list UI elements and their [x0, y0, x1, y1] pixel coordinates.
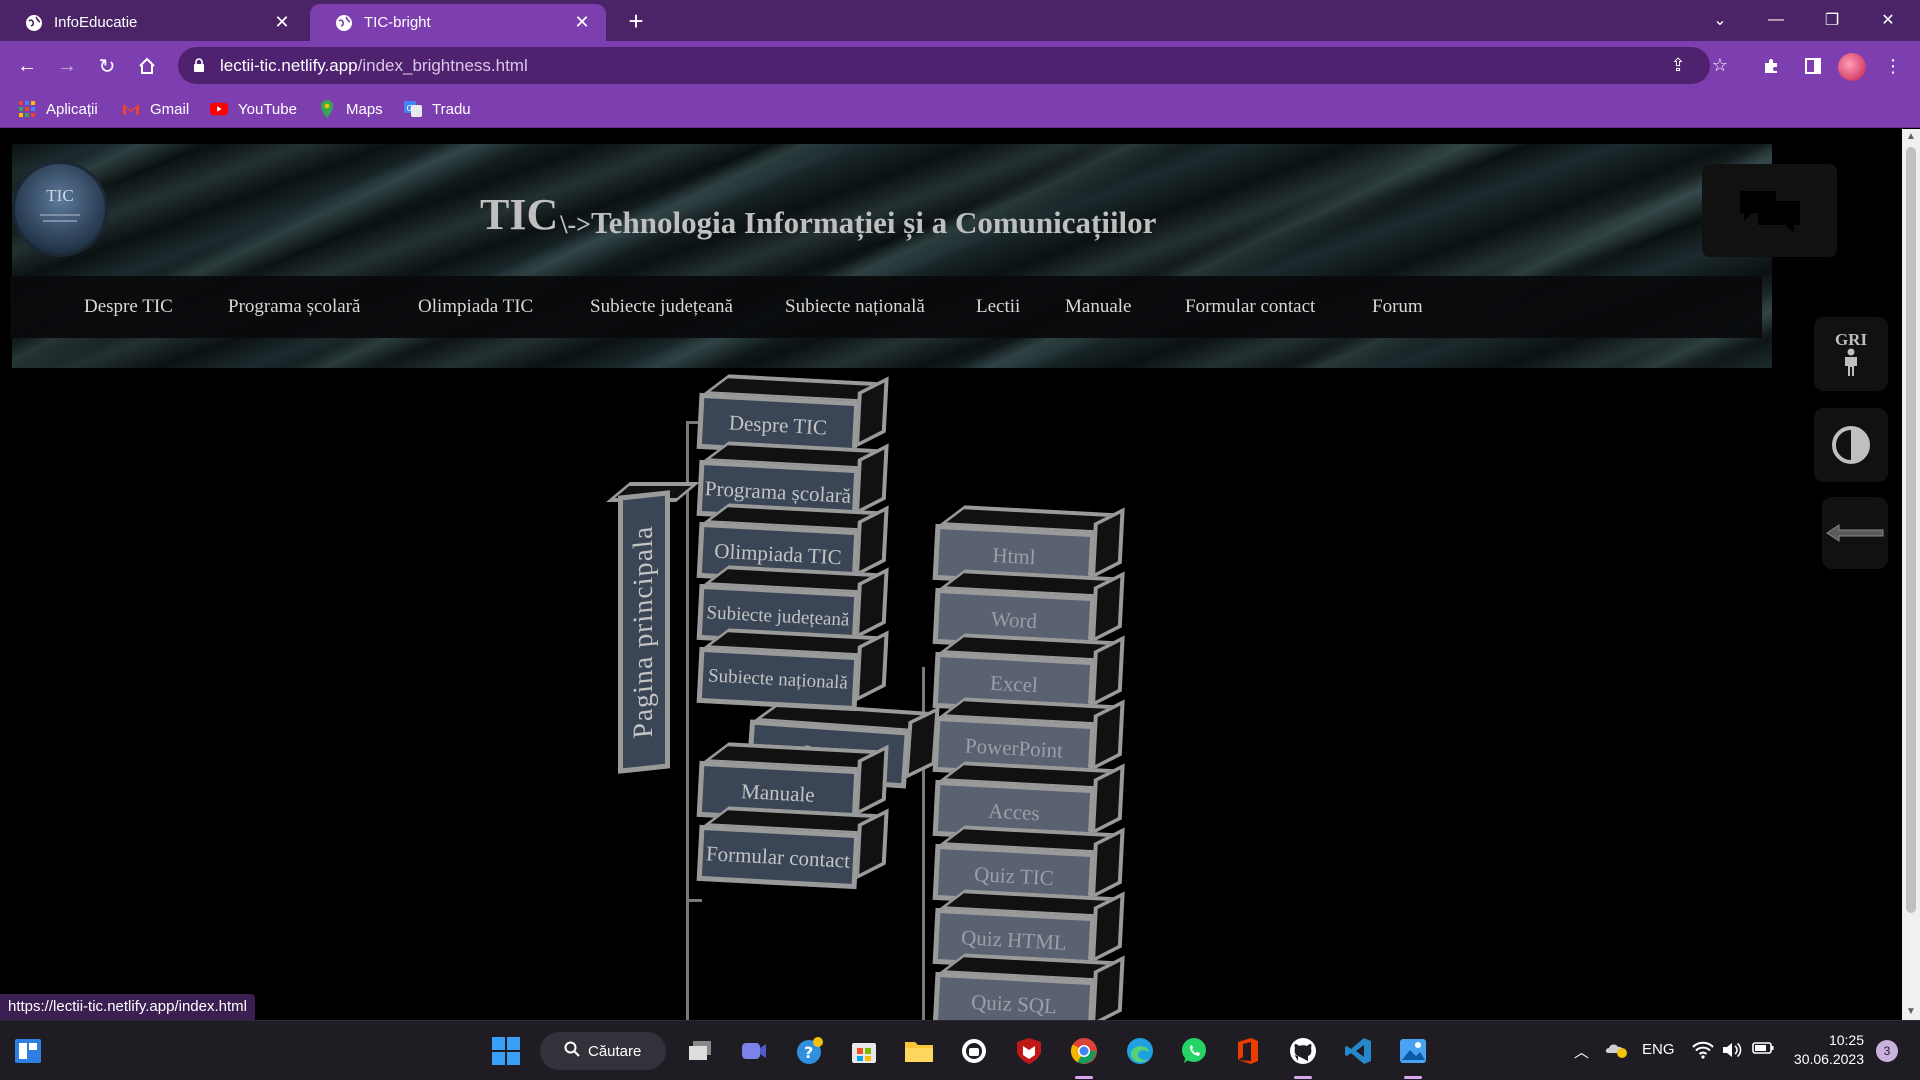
bookmark-label: YouTube: [238, 100, 297, 118]
globe-icon: [24, 13, 44, 33]
status-bar-url: https://lectii-tic.netlify.app/index.htm…: [0, 994, 255, 1020]
volume-icon[interactable]: [1722, 1041, 1742, 1063]
translate-icon: G: [404, 100, 422, 118]
active-app-indicator: [1294, 1076, 1312, 1079]
block-label: Formular contact: [696, 824, 860, 890]
vscode-icon[interactable]: [1342, 1035, 1374, 1067]
diagram-block-formular-contact[interactable]: Formular contact: [696, 806, 889, 890]
bookmark-gmail[interactable]: Gmail: [122, 98, 189, 120]
diagram-block-quiz-sql[interactable]: Quiz SQL: [932, 953, 1125, 1020]
address-bar[interactable]: lectii-tic.netlify.app/index_brightness.…: [178, 47, 1728, 84]
minimize-button[interactable]: —: [1748, 0, 1804, 40]
search-label: Căutare: [588, 1042, 642, 1060]
microsoft-store-icon[interactable]: [848, 1035, 880, 1067]
active-app-indicator: [1404, 1076, 1422, 1079]
maps-icon: [318, 100, 336, 118]
diagram-block-subiecte-nationala[interactable]: Subiecte națională: [696, 628, 889, 712]
clock-time: 10:25: [1828, 1032, 1864, 1048]
gmail-icon: [122, 100, 140, 118]
profile-avatar[interactable]: [1838, 53, 1866, 81]
bookmark-label: Tradu: [432, 100, 471, 118]
apps-grid-icon: [18, 100, 36, 118]
tab-title: TIC-bright: [364, 14, 431, 31]
block-label: Subiecte națională: [696, 646, 860, 712]
extensions-icon[interactable]: [1754, 49, 1788, 83]
close-tab-icon[interactable]: ✕: [272, 12, 292, 33]
url-text: lectii-tic.netlify.app/index_brightness.…: [220, 56, 528, 76]
widgets-icon[interactable]: [12, 1035, 44, 1067]
bookmark-star-icon[interactable]: ☆: [1704, 49, 1736, 81]
restore-button[interactable]: ❐: [1804, 0, 1860, 40]
lock-icon[interactable]: [192, 58, 206, 74]
github-desktop-icon[interactable]: [958, 1035, 990, 1067]
back-icon[interactable]: ←: [10, 49, 44, 83]
tab-title: InfoEducatie: [54, 14, 138, 31]
url-host: lectii-tic.netlify.app: [220, 55, 358, 75]
wifi-icon[interactable]: [1692, 1041, 1714, 1063]
bookmark-label: Aplicații: [46, 100, 98, 118]
tab-infoeducatie[interactable]: InfoEducatie ✕: [0, 4, 306, 41]
scroll-thumb[interactable]: [1906, 147, 1916, 913]
active-app-indicator: [1075, 1076, 1093, 1079]
help-icon[interactable]: ?: [794, 1035, 826, 1067]
mcafee-icon[interactable]: [1013, 1035, 1045, 1067]
youtube-icon: [210, 100, 228, 118]
url-path: /index_brightness.html: [357, 55, 528, 75]
svg-text:?: ?: [804, 1043, 813, 1062]
system-clock[interactable]: 10:25 30.06.2023: [1790, 1031, 1864, 1069]
bookmark-label: Maps: [346, 100, 383, 118]
close-window-button[interactable]: ✕: [1860, 0, 1916, 40]
language-indicator[interactable]: ENG: [1642, 1041, 1675, 1058]
tab-tic-bright[interactable]: TIC-bright ✕: [310, 4, 606, 41]
task-view-icon[interactable]: [684, 1035, 716, 1067]
svg-text:G: G: [407, 104, 413, 113]
scroll-down-arrow-icon[interactable]: ▼: [1902, 1004, 1920, 1020]
scroll-up-arrow-icon[interactable]: ▲: [1902, 129, 1920, 145]
bookmark-youtube[interactable]: YouTube: [210, 98, 297, 120]
notification-badge[interactable]: 3: [1876, 1040, 1898, 1062]
bookmark-maps[interactable]: Maps: [318, 98, 383, 120]
windows-taskbar: Căutare ? ︿ ENG 10:25 30.06.2023 3: [0, 1020, 1920, 1080]
page-viewport: TIC TIC\->Tehnologia Informației și a Co…: [0, 129, 1902, 1020]
browser-toolbar: ← → ↻ lectii-tic.netlify.app/index_brigh…: [0, 41, 1920, 90]
bookmark-aplicatii[interactable]: Aplicații: [18, 98, 98, 120]
menu-kebab-icon[interactable]: ⋮: [1876, 49, 1910, 83]
vertical-scrollbar[interactable]: ▲ ▼: [1902, 129, 1920, 1020]
tab-strip: InfoEducatie ✕ TIC-bright ✕ + ⌄ — ❐ ✕: [0, 0, 1920, 41]
teams-chat-icon[interactable]: [738, 1035, 770, 1067]
share-icon[interactable]: ⇪: [1662, 49, 1694, 81]
search-icon: [564, 1041, 580, 1062]
home-icon[interactable]: [130, 49, 164, 83]
connector-line: [686, 421, 689, 1020]
battery-icon[interactable]: [1752, 1041, 1774, 1059]
office-icon[interactable]: [1232, 1035, 1264, 1067]
block-label: Quiz SQL: [932, 971, 1096, 1020]
bookmark-label: Gmail: [150, 100, 190, 118]
new-tab-button[interactable]: +: [622, 8, 650, 36]
close-tab-icon[interactable]: ✕: [572, 12, 592, 33]
chrome-icon[interactable]: [1068, 1035, 1100, 1067]
globe-icon: [334, 13, 354, 33]
diagram-pagina-principala[interactable]: Pagina principala: [618, 490, 670, 774]
taskbar-search[interactable]: Căutare: [540, 1032, 666, 1070]
show-hidden-icons[interactable]: ︿: [1574, 1041, 1589, 1062]
onedrive-warning-icon[interactable]: [1604, 1039, 1628, 1063]
photos-icon[interactable]: [1397, 1035, 1429, 1067]
whatsapp-icon[interactable]: [1178, 1035, 1210, 1067]
start-windows-icon[interactable]: [490, 1035, 522, 1067]
bookmark-tradu[interactable]: G Tradu: [404, 98, 471, 120]
edge-icon[interactable]: [1124, 1035, 1156, 1067]
github-icon[interactable]: [1287, 1035, 1319, 1067]
connector-line: [686, 899, 702, 902]
clock-date: 30.06.2023: [1793, 1051, 1864, 1067]
tab-search-chevron-icon[interactable]: ⌄: [1692, 0, 1748, 40]
bookmarks-bar: Aplicații Gmail YouTube Maps G Tradu: [0, 90, 1920, 128]
reload-icon[interactable]: ↻: [90, 49, 124, 83]
pagina-label: Pagina principala: [628, 524, 659, 740]
file-explorer-icon[interactable]: [903, 1035, 935, 1067]
side-panel-icon[interactable]: [1796, 49, 1830, 83]
forward-icon[interactable]: →: [50, 49, 84, 83]
